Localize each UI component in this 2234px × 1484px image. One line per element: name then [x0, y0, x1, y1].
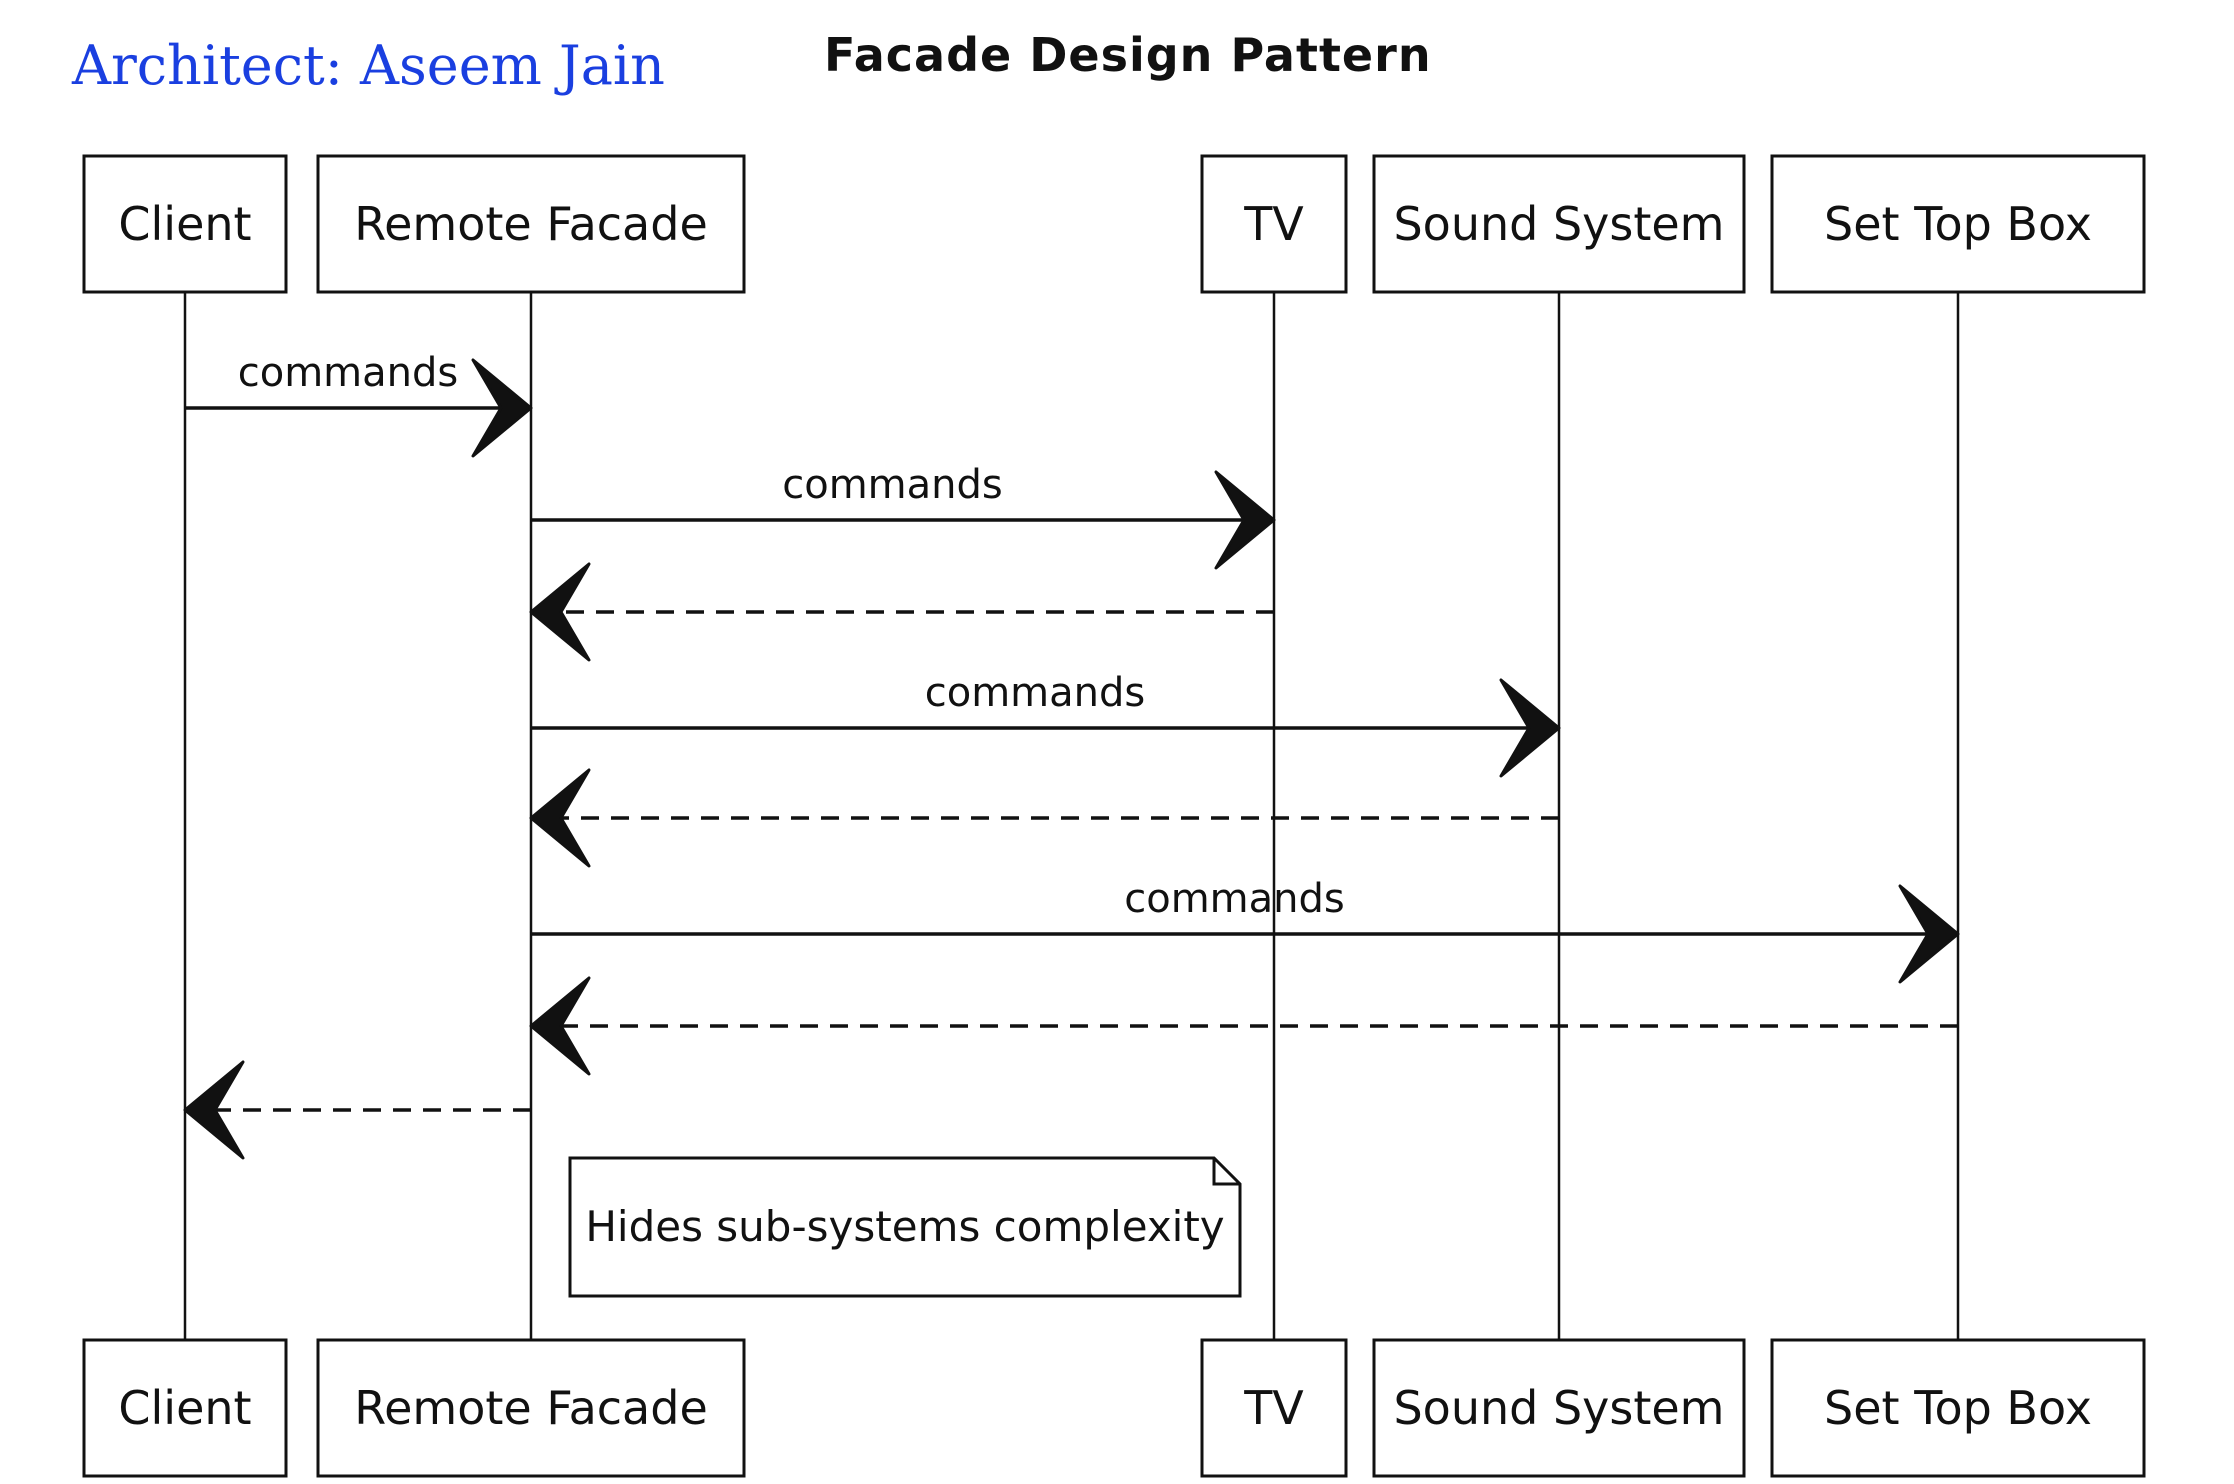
- participant-label: Client: [118, 1381, 251, 1435]
- participant-label: Sound System: [1393, 197, 1724, 251]
- message-3-tv-to-remote: [529, 562, 1274, 662]
- participant-label: TV: [1243, 197, 1304, 251]
- sequence-diagram: Client Client Remote Facade Remote Facade TV…: [82, 154, 2146, 1478]
- message-label: commands: [782, 462, 1003, 508]
- participant-label: Client: [118, 197, 251, 251]
- participant-label: Remote Facade: [354, 1381, 708, 1435]
- participant-remote-bottom: Remote Facade: [316, 1338, 746, 1478]
- participant-tv-top: TV: [1200, 154, 1348, 294]
- diagram-canvas: Architect: Aseem Jain Facade Design Patt…: [0, 0, 2234, 1484]
- note-text: Hides sub-systems complexity: [585, 1202, 1224, 1251]
- participant-sound-bottom: Sound System: [1372, 1338, 1746, 1478]
- participant-client-bottom: Client: [82, 1338, 288, 1478]
- participant-remote-top: Remote Facade: [316, 154, 746, 294]
- participant-label: Set Top Box: [1824, 1381, 2092, 1435]
- participant-label: Sound System: [1393, 1381, 1724, 1435]
- participant-label: TV: [1243, 1381, 1304, 1435]
- message-2-remote-to-tv: commands: [531, 462, 1276, 570]
- message-label: commands: [238, 350, 459, 396]
- note: Hides sub-systems complexity: [568, 1156, 1242, 1298]
- participant-stb-top: Set Top Box: [1770, 154, 2146, 294]
- arrowhead: [529, 976, 591, 1076]
- message-6-remote-to-stb: commands: [531, 876, 1960, 984]
- participant-tv-bottom: TV: [1200, 1338, 1348, 1478]
- message-label: commands: [1124, 876, 1345, 922]
- participant-label: Remote Facade: [354, 197, 708, 251]
- message-8-remote-to-client: [183, 1060, 531, 1160]
- message-label: commands: [925, 670, 1146, 716]
- arrowhead: [529, 768, 591, 868]
- arrowhead: [183, 1060, 245, 1160]
- participant-client-top: Client: [82, 154, 288, 294]
- message-4-remote-to-sound: commands: [531, 670, 1561, 778]
- message-5-sound-to-remote: [529, 768, 1559, 868]
- message-1-client-to-remote: commands: [185, 350, 533, 458]
- participant-stb-bottom: Set Top Box: [1770, 1338, 2146, 1478]
- participant-label: Set Top Box: [1824, 197, 2092, 251]
- participant-sound-top: Sound System: [1372, 154, 1746, 294]
- message-7-stb-to-remote: [529, 976, 1958, 1076]
